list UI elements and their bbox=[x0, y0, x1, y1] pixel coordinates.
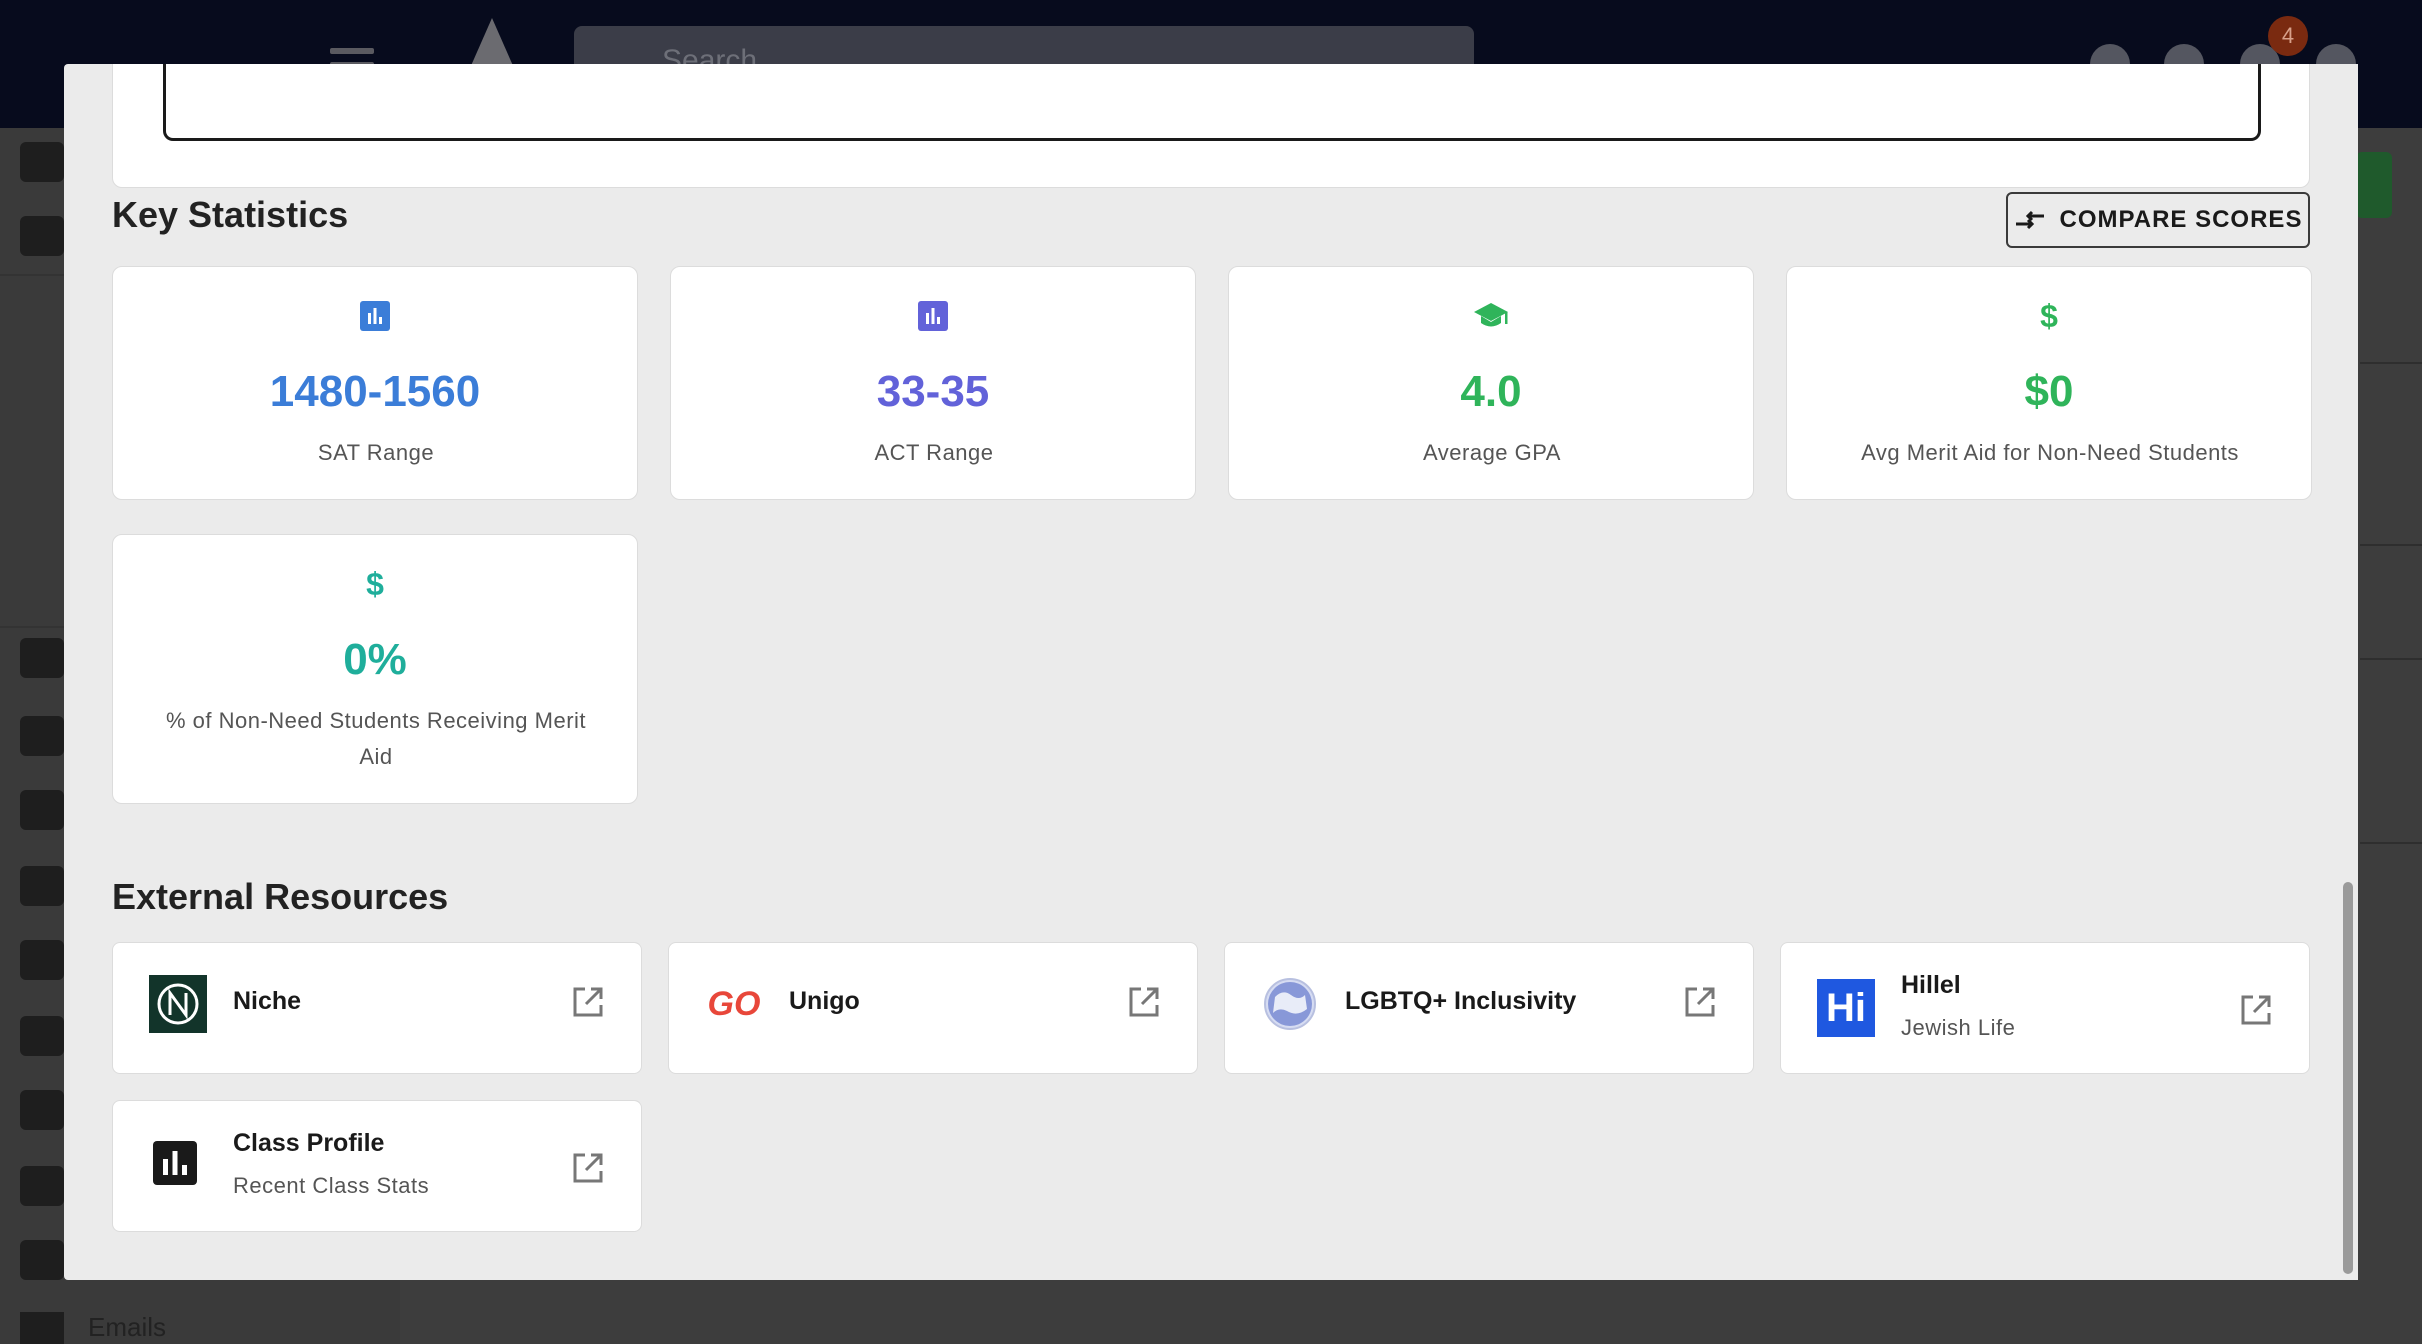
stat-value: 4.0 bbox=[1460, 367, 1522, 416]
columns-icon[interactable] bbox=[20, 716, 64, 756]
document-icon[interactable] bbox=[20, 1240, 64, 1280]
resource-title: Unigo bbox=[789, 987, 860, 1015]
resource-subtitle: Recent Class Stats bbox=[233, 1173, 430, 1198]
open-in-new-icon[interactable] bbox=[1683, 985, 1717, 1019]
stat-value: $0 bbox=[2024, 367, 2074, 416]
people-icon[interactable] bbox=[20, 216, 64, 256]
video-icon[interactable] bbox=[20, 1016, 64, 1056]
stat-card-sat: 1480-1560 SAT Range bbox=[112, 266, 638, 500]
open-in-new-icon[interactable] bbox=[571, 1151, 605, 1185]
list-icon[interactable] bbox=[20, 940, 64, 980]
app-logo bbox=[470, 18, 514, 68]
stat-value: 0% bbox=[343, 635, 407, 684]
dashboard-icon[interactable] bbox=[20, 142, 64, 182]
stat-label: Average GPA bbox=[1423, 440, 1561, 465]
merge-icon[interactable] bbox=[20, 1090, 64, 1130]
resource-title: LGBTQ+ Inclusivity bbox=[1345, 987, 1577, 1015]
stat-label: % of Non-Need Students Receiving Merit A… bbox=[165, 708, 587, 769]
dollar-icon: $ bbox=[2040, 298, 2058, 334]
globe-logo bbox=[1264, 978, 1316, 1030]
stat-card-gpa: 4.0 Average GPA bbox=[1228, 266, 1754, 500]
bar-chart-icon bbox=[918, 301, 948, 331]
stat-label: Avg Merit Aid for Non-Need Students bbox=[1861, 440, 2239, 465]
stat-value: 1480-1560 bbox=[269, 367, 481, 416]
graduation-cap-icon bbox=[1474, 303, 1508, 327]
unigo-logo: GO bbox=[707, 984, 761, 1023]
resource-title: Hillel bbox=[1901, 971, 1961, 999]
resource-title: Class Profile bbox=[233, 1129, 385, 1157]
college-detail-modal: Key Statistics COMPARE SCORES 1480-1560 … bbox=[64, 64, 2358, 1280]
dollar-icon: $ bbox=[366, 566, 384, 602]
stat-card-merit-aid: $ $0 Avg Merit Aid for Non-Need Students bbox=[1786, 266, 2312, 500]
handshake-icon[interactable] bbox=[20, 790, 64, 830]
resource-card-unigo[interactable]: GO Unigo bbox=[668, 942, 1198, 1074]
previous-section-card bbox=[112, 64, 2310, 188]
resource-card-hillel[interactable]: Hi Hillel Jewish Life bbox=[1780, 942, 2310, 1074]
modal-scrollbar-thumb[interactable] bbox=[2343, 882, 2353, 1274]
notification-badge: 4 bbox=[2268, 16, 2308, 56]
stat-card-merit-percent: $ 0% % of Non-Need Students Receiving Me… bbox=[112, 534, 638, 804]
text-field[interactable] bbox=[163, 64, 2261, 141]
resource-title: Niche bbox=[233, 987, 302, 1015]
bar-chart-logo bbox=[153, 1141, 197, 1185]
external-resources-title: External Resources bbox=[112, 876, 449, 917]
stat-label: SAT Range bbox=[317, 440, 435, 465]
compare-scores-button[interactable]: COMPARE SCORES bbox=[2006, 192, 2310, 248]
key-statistics-title: Key Statistics bbox=[112, 194, 349, 235]
stat-label: ACT Range bbox=[874, 440, 994, 465]
layers-icon[interactable] bbox=[20, 638, 64, 678]
reading-icon[interactable] bbox=[20, 1166, 64, 1206]
resource-card-lgbtq[interactable]: LGBTQ+ Inclusivity bbox=[1224, 942, 1754, 1074]
resource-card-niche[interactable]: Niche bbox=[112, 942, 642, 1074]
compare-arrows-icon bbox=[2015, 210, 2044, 230]
menu-icon[interactable] bbox=[330, 48, 374, 54]
stat-value: 33-35 bbox=[876, 367, 990, 416]
open-in-new-icon[interactable] bbox=[1127, 985, 1161, 1019]
open-in-new-icon[interactable] bbox=[571, 985, 605, 1019]
compare-scores-label: COMPARE SCORES bbox=[2059, 206, 2303, 233]
checklist-icon[interactable] bbox=[20, 866, 64, 906]
hillel-logo: Hi bbox=[1817, 979, 1875, 1037]
open-in-new-icon[interactable] bbox=[2239, 993, 2273, 1027]
niche-logo bbox=[149, 975, 207, 1033]
stat-card-act: 33-35 ACT Range bbox=[670, 266, 1196, 500]
bar-chart-icon bbox=[360, 301, 390, 331]
mail-icon[interactable] bbox=[20, 1312, 64, 1344]
background-action-button bbox=[2356, 152, 2392, 218]
resource-card-class-profile[interactable]: Class Profile Recent Class Stats bbox=[112, 1100, 642, 1232]
sidebar-item-emails[interactable]: Emails bbox=[88, 1312, 166, 1343]
resource-subtitle: Jewish Life bbox=[1901, 1015, 2016, 1040]
